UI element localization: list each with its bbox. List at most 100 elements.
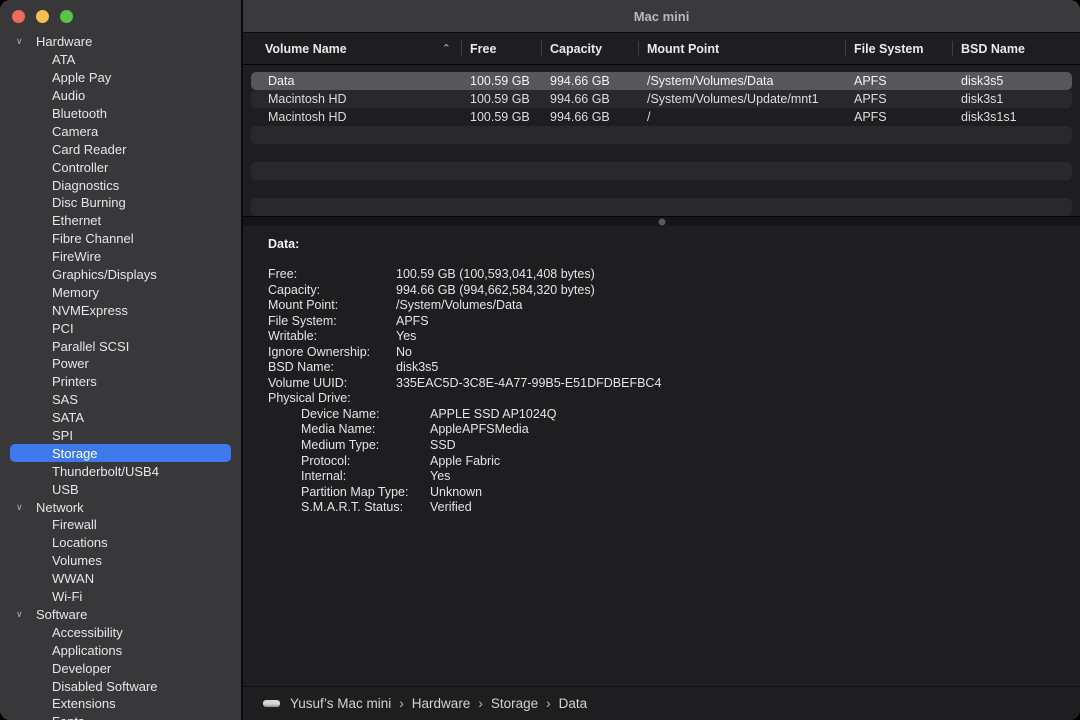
zoom-button[interactable]: [60, 10, 73, 23]
sidebar-item-bluetooth[interactable]: Bluetooth: [0, 105, 241, 123]
sidebar-item-parallel-scsi[interactable]: Parallel SCSI: [0, 337, 241, 355]
sidebar-item-label: Diagnostics: [52, 178, 119, 193]
sidebar-item-power[interactable]: Power: [0, 355, 241, 373]
sidebar-item-label: Bluetooth: [52, 106, 107, 121]
sidebar-item-apple-pay[interactable]: Apple Pay: [0, 69, 241, 87]
sidebar-item-storage[interactable]: Storage: [10, 444, 231, 462]
cell-file-system: APFS: [845, 110, 952, 124]
table-row-empty[interactable]: [251, 198, 1072, 216]
cell-file-system: APFS: [845, 74, 952, 88]
sidebar-item-label: Applications: [52, 643, 122, 658]
sidebar-item-label: SATA: [52, 410, 84, 425]
sort-ascending-icon: ⌃: [442, 46, 451, 52]
table-row-empty[interactable]: [251, 126, 1072, 144]
sidebar-item-spi[interactable]: SPI: [0, 427, 241, 445]
column-header-label: Mount Point: [647, 42, 719, 56]
sidebar-item-label: Card Reader: [52, 142, 126, 157]
sidebar-group-software[interactable]: ∨Software: [0, 606, 241, 624]
detail-row-protocol: Protocol:Apple Fabric: [301, 454, 1080, 470]
sidebar-item-ata[interactable]: ATA: [0, 51, 241, 69]
sidebar-item-disc-burning[interactable]: Disc Burning: [0, 194, 241, 212]
sidebar-item-label: Apple Pay: [52, 70, 111, 85]
column-header-bsd-name[interactable]: BSD Name: [952, 33, 1080, 64]
sidebar-item-sata[interactable]: SATA: [0, 409, 241, 427]
sidebar-item-accessibility[interactable]: Accessibility: [0, 623, 241, 641]
minimize-button[interactable]: [36, 10, 49, 23]
sidebar-item-label: Ethernet: [52, 213, 101, 228]
splitter-handle-icon[interactable]: [658, 218, 665, 225]
sidebar-item-diagnostics[interactable]: Diagnostics: [0, 176, 241, 194]
sidebar-item-fibre-channel[interactable]: Fibre Channel: [0, 230, 241, 248]
cell-mount-point: /: [638, 110, 845, 124]
sidebar-item-card-reader[interactable]: Card Reader: [0, 140, 241, 158]
sidebar-item-graphics-displays[interactable]: Graphics/Displays: [0, 266, 241, 284]
sidebar-item-thunderbolt-usb4[interactable]: Thunderbolt/USB4: [0, 462, 241, 480]
sidebar-item-printers[interactable]: Printers: [0, 373, 241, 391]
breadcrumb-segment-hardware: Hardware: [412, 696, 471, 711]
sidebar-item-memory[interactable]: Memory: [0, 283, 241, 301]
table-row[interactable]: Macintosh HD100.59 GB994.66 GB/APFSdisk3…: [251, 108, 1072, 126]
sidebar-item-nvmexpress[interactable]: NVMExpress: [0, 301, 241, 319]
chevron-down-icon[interactable]: ∨: [16, 502, 36, 513]
sidebar-item-controller[interactable]: Controller: [0, 158, 241, 176]
column-header-file-system[interactable]: File System: [845, 33, 952, 64]
pane-splitter[interactable]: [243, 216, 1080, 226]
breadcrumb-segment-yusuf-s-mac-mini: Yusuf’s Mac mini: [290, 696, 391, 711]
detail-value: 335EAC5D-3C8E-4A77-99B5-E51DFDBEFBC4: [396, 376, 661, 392]
sidebar-item-firewall[interactable]: Firewall: [0, 516, 241, 534]
chevron-down-icon[interactable]: ∨: [16, 36, 36, 47]
sidebar-item-pci[interactable]: PCI: [0, 319, 241, 337]
table-row-empty[interactable]: [251, 162, 1072, 180]
sidebar-group-hardware[interactable]: ∨Hardware: [0, 33, 241, 51]
table-row-empty[interactable]: [251, 144, 1072, 162]
chevron-down-icon[interactable]: ∨: [16, 609, 36, 620]
sidebar-item-volumes[interactable]: Volumes: [0, 552, 241, 570]
breadcrumb-segment-storage: Storage: [491, 696, 538, 711]
sidebar-item-fonts[interactable]: Fonts: [0, 713, 241, 720]
table-row[interactable]: Macintosh HD100.59 GB994.66 GB/System/Vo…: [251, 90, 1072, 108]
detail-label: Device Name:: [301, 407, 430, 423]
titlebar[interactable]: Mac mini: [243, 0, 1080, 33]
sidebar-item-locations[interactable]: Locations: [0, 534, 241, 552]
sidebar-item-camera[interactable]: Camera: [0, 122, 241, 140]
detail-value: Unknown: [430, 485, 482, 501]
close-button[interactable]: [12, 10, 25, 23]
sidebar-item-applications[interactable]: Applications: [0, 641, 241, 659]
sidebar-item-extensions[interactable]: Extensions: [0, 695, 241, 713]
table-row[interactable]: Data100.59 GB994.66 GB/System/Volumes/Da…: [251, 72, 1072, 90]
sidebar-item-wwan[interactable]: WWAN: [0, 570, 241, 588]
sidebar-item-wi-fi[interactable]: Wi-Fi: [0, 588, 241, 606]
column-header-mount-point[interactable]: Mount Point: [638, 33, 845, 64]
detail-label: Physical Drive:: [268, 391, 396, 407]
sidebar-item-label: WWAN: [52, 571, 94, 586]
sidebar-item-label: Disc Burning: [52, 195, 126, 210]
column-header-capacity[interactable]: Capacity: [541, 33, 638, 64]
sidebar-item-ethernet[interactable]: Ethernet: [0, 212, 241, 230]
main-pane: Mac mini Volume Name⌃Free Capacity Mount P…: [243, 0, 1080, 720]
detail-row-free: Free:100.59 GB (100,593,041,408 bytes): [268, 267, 1080, 283]
detail-value: 100.59 GB (100,593,041,408 bytes): [396, 267, 595, 283]
sidebar-category-list[interactable]: ∨HardwareATAApple Pay AudioBluetoothCamer…: [0, 33, 241, 720]
column-header-label: BSD Name: [961, 42, 1025, 56]
volume-table-header: Volume Name⌃Free Capacity Mount Point File …: [243, 33, 1080, 65]
sidebar-group-network[interactable]: ∨Network: [0, 498, 241, 516]
column-header-volume-name[interactable]: Volume Name⌃: [243, 33, 461, 64]
column-header-label: Capacity: [550, 42, 602, 56]
sidebar-item-sas[interactable]: SAS: [0, 391, 241, 409]
cell-mount-point: /System/Volumes/Data: [638, 74, 845, 88]
detail-label: S.M.A.R.T. Status:: [301, 500, 430, 516]
breadcrumb-separator: ›: [399, 696, 404, 711]
volume-table-body[interactable]: Data100.59 GB994.66 GB/System/Volumes/Da…: [243, 65, 1080, 216]
cell-capacity: 994.66 GB: [541, 110, 638, 124]
sidebar-item-label: Thunderbolt/USB4: [52, 464, 159, 479]
sidebar-item-disabled-software[interactable]: Disabled Software: [0, 677, 241, 695]
column-header-free[interactable]: Free: [461, 33, 541, 64]
sidebar-item-label: Network: [36, 500, 84, 515]
sidebar-item-firewire[interactable]: FireWire: [0, 248, 241, 266]
table-row-empty[interactable]: [251, 180, 1072, 198]
sidebar: ∨HardwareATAApple Pay AudioBluetoothCamer…: [0, 0, 241, 720]
sidebar-item-developer[interactable]: Developer: [0, 659, 241, 677]
sidebar-item-usb[interactable]: USB: [0, 480, 241, 498]
sidebar-item-audio[interactable]: Audio: [0, 87, 241, 105]
cell-mount-point: /System/Volumes/Update/mnt1: [638, 92, 845, 106]
